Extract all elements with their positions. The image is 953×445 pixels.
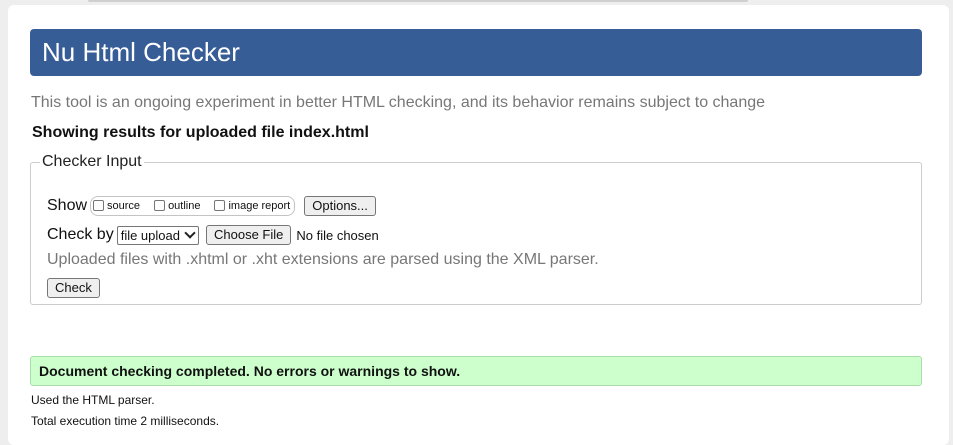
check-by-row: Check by file upload Choose File No file… — [47, 224, 379, 246]
page-title-banner: Nu Html Checker — [30, 29, 922, 76]
source-checkbox[interactable] — [93, 199, 105, 211]
source-label: source — [107, 200, 141, 212]
check-by-selected-value: file upload — [120, 227, 180, 243]
show-row: Show source outline image report Options… — [47, 195, 376, 217]
browser-top-strip — [88, 0, 748, 2]
check-by-select[interactable]: file upload — [116, 225, 199, 245]
results-heading: Showing results for uploaded file index.… — [32, 124, 369, 141]
check-by-label: Check by — [47, 226, 114, 243]
parser-info: Used the HTML parser. — [31, 393, 155, 407]
xml-parser-note: Uploaded files with .xhtml or .xht exten… — [47, 251, 599, 268]
submit-row: Check — [47, 278, 100, 298]
choose-file-button[interactable]: Choose File — [205, 225, 292, 245]
options-button[interactable]: Options... — [304, 196, 376, 216]
checker-input-fieldset: Checker Input Show source outline image … — [30, 153, 922, 305]
chevron-down-icon — [184, 227, 196, 239]
show-image-report-option[interactable]: image report — [214, 199, 291, 212]
show-options-group: source outline image report — [90, 196, 296, 216]
success-message: Document checking completed. No errors o… — [30, 356, 922, 386]
show-source-option[interactable]: source — [93, 199, 141, 212]
outline-checkbox[interactable] — [154, 199, 166, 211]
file-status: No file chosen — [296, 227, 379, 243]
execution-time-info: Total execution time 2 milliseconds. — [31, 414, 220, 428]
check-button[interactable]: Check — [47, 278, 100, 298]
show-label: Show — [47, 197, 88, 214]
page-title: Nu Html Checker — [42, 37, 240, 67]
outline-label: outline — [168, 200, 201, 212]
image-report-label: image report — [228, 200, 291, 212]
checker-input-legend: Checker Input — [42, 153, 142, 170]
image-report-checkbox[interactable] — [214, 199, 226, 211]
checker-page: Nu Html Checker This tool is an ongoing … — [8, 5, 949, 445]
intro-text: This tool is an ongoing experiment in be… — [31, 94, 766, 111]
show-outline-option[interactable]: outline — [154, 199, 201, 212]
